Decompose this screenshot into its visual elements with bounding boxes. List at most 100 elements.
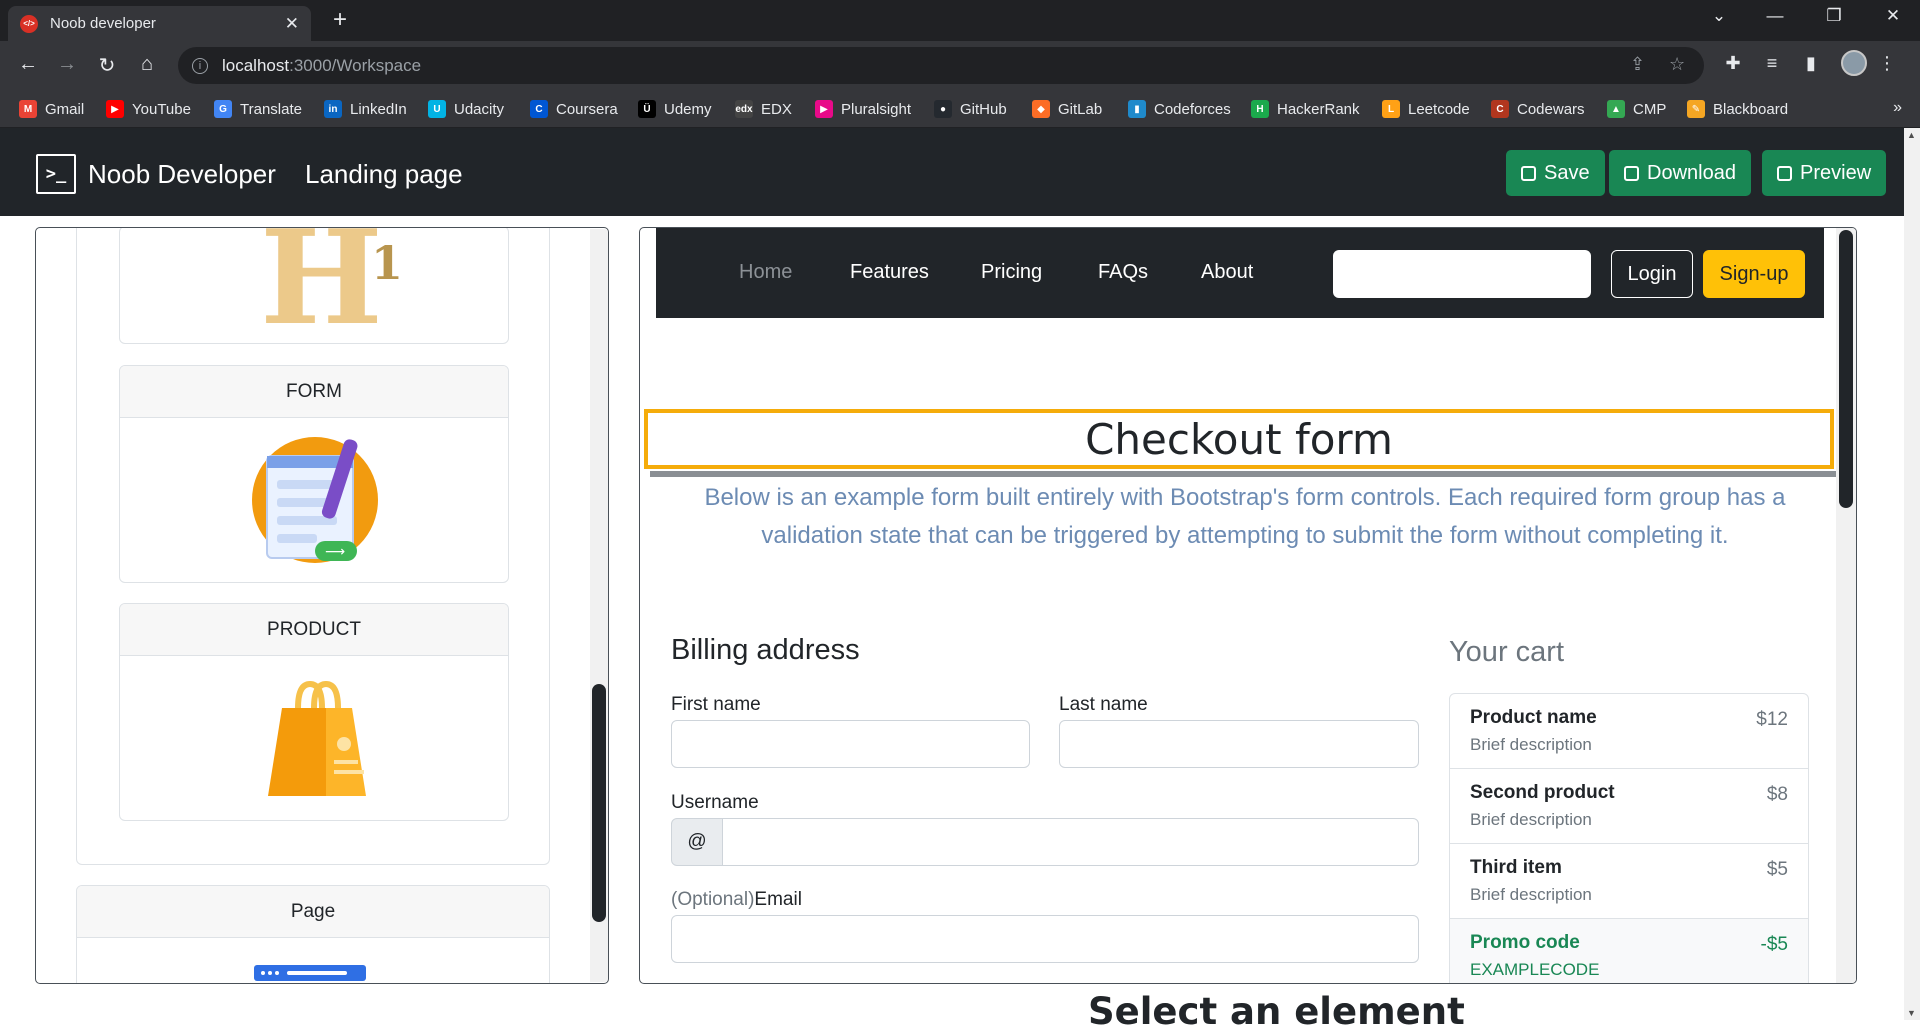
more-bookmarks-icon[interactable]: »: [1893, 99, 1902, 117]
billing-title: Billing address: [671, 634, 860, 666]
page-component-card[interactable]: Page: [76, 885, 550, 983]
github-icon: ●: [934, 100, 952, 118]
component-panel-scrollbar[interactable]: [590, 229, 608, 982]
svg-text:⟶: ⟶: [325, 544, 345, 560]
bookmark-star-icon[interactable]: ☆: [1669, 54, 1685, 75]
bookmark-coursera[interactable]: C Coursera: [530, 99, 618, 119]
cart-list: Product name Brief description $12 Second …: [1449, 693, 1809, 983]
nav-about[interactable]: About: [1201, 261, 1253, 284]
bookmark-github[interactable]: ● GitHub: [934, 99, 1007, 119]
preview-canvas[interactable]: Home Features Pricing FAQs About Login S…: [639, 227, 1857, 984]
components-group: H 1 FORM ⟶ PRODUCT: [76, 228, 550, 865]
promo-code-item: Promo code EXAMPLECODE -$5: [1450, 919, 1808, 983]
form-component-card[interactable]: FORM ⟶: [119, 365, 509, 583]
preview-search-input[interactable]: [1333, 250, 1591, 298]
back-icon[interactable]: ←: [14, 53, 42, 76]
bookmark-codeforces[interactable]: ▮ Codeforces: [1128, 99, 1231, 119]
download-button[interactable]: Download: [1609, 150, 1751, 196]
code-favicon-icon: </>: [20, 14, 38, 33]
select-element-prompt: Select an element: [1088, 990, 1465, 1033]
username-input[interactable]: [722, 818, 1419, 866]
selected-heading-element[interactable]: Checkout form: [644, 409, 1834, 469]
media-control-icon[interactable]: ≡: [1759, 53, 1785, 74]
preview-button[interactable]: Preview: [1762, 150, 1887, 196]
checkout-heading: Checkout form: [1085, 414, 1393, 464]
browser-tab[interactable]: </> Noob developer ✕: [8, 6, 311, 41]
browser-tab-strip: </> Noob developer ✕ + ⌄ — ❐ ✕: [0, 0, 1920, 41]
bookmark-hackerrank[interactable]: H HackerRank: [1251, 99, 1360, 119]
login-button[interactable]: Login: [1611, 250, 1693, 298]
menu-icon[interactable]: ⋮: [1874, 53, 1900, 74]
pluralsight-icon: ▶: [815, 100, 833, 118]
bookmark-leetcode[interactable]: L Leetcode: [1382, 99, 1470, 119]
scrollbar-thumb[interactable]: [1839, 230, 1853, 508]
save-button[interactable]: Save: [1506, 150, 1605, 196]
udemy-icon: Ü: [638, 100, 656, 118]
nav-pricing[interactable]: Pricing: [981, 261, 1042, 284]
cart-item: Second product Brief description $8: [1450, 769, 1808, 844]
site-info-icon[interactable]: i: [192, 57, 208, 74]
close-tab-icon[interactable]: ✕: [285, 14, 299, 34]
bookmark-blackboard[interactable]: ✎ Blackboard: [1687, 99, 1788, 119]
page-scrollbar[interactable]: ▲ ▼: [1904, 128, 1920, 1020]
shopping-bag-icon: [268, 680, 366, 796]
component-panel[interactable]: H 1 FORM ⟶ PRODUCT Page: [35, 227, 609, 984]
codeforces-icon: ▮: [1128, 100, 1146, 118]
bookmark-youtube[interactable]: ▶ YouTube: [106, 99, 191, 119]
product-component-card[interactable]: PRODUCT: [119, 603, 509, 821]
reload-icon[interactable]: ↻: [93, 53, 121, 78]
download-icon: [1624, 165, 1639, 181]
signup-button[interactable]: Sign-up: [1703, 250, 1805, 298]
last-name-input[interactable]: [1059, 720, 1419, 768]
bookmark-pluralsight[interactable]: ▶ Pluralsight: [815, 99, 911, 119]
cart-item: Third item Brief description $5: [1450, 844, 1808, 919]
brand[interactable]: >_ Noob Developer: [36, 154, 276, 194]
terminal-logo-icon: >_: [36, 154, 76, 194]
linkedin-icon: in: [324, 100, 342, 118]
selection-indicator-bar: [650, 471, 1838, 477]
address-bar[interactable]: i localhost:3000/Workspace ⇪ ☆: [178, 47, 1704, 84]
minimize-icon[interactable]: —: [1760, 6, 1790, 26]
at-sign-addon: @: [671, 818, 723, 866]
bookmark-edx[interactable]: edx EDX: [735, 99, 792, 119]
nav-home[interactable]: Home: [739, 261, 792, 284]
coursera-icon: C: [530, 100, 548, 118]
bookmark-translate[interactable]: G Translate: [214, 99, 302, 119]
preview-navbar[interactable]: Home Features Pricing FAQs About Login S…: [656, 228, 1824, 318]
email-input[interactable]: [671, 915, 1419, 963]
blackboard-icon: ✎: [1687, 100, 1705, 118]
share-icon[interactable]: ⇪: [1630, 54, 1645, 75]
forward-icon[interactable]: →: [53, 53, 81, 76]
page-layout-icon: [254, 965, 366, 981]
first-name-input[interactable]: [671, 720, 1030, 768]
side-panel-icon[interactable]: ▮: [1798, 53, 1824, 74]
cart-item: Product name Brief description $12: [1450, 694, 1808, 769]
restore-icon[interactable]: ❐: [1819, 6, 1849, 26]
preview-scrollbar[interactable]: [1836, 228, 1856, 983]
scrollbar-thumb[interactable]: [592, 684, 606, 922]
heading-component-card[interactable]: H 1: [119, 228, 509, 344]
extensions-icon[interactable]: ✚: [1720, 53, 1746, 74]
bookmark-udemy[interactable]: Ü Udemy: [638, 99, 712, 119]
scroll-down-icon[interactable]: ▼: [1907, 1008, 1916, 1018]
leetcode-icon: L: [1382, 100, 1400, 118]
last-name-label: Last name: [1059, 694, 1148, 715]
home-icon[interactable]: ⌂: [133, 53, 161, 76]
nav-features[interactable]: Features: [850, 261, 929, 284]
close-window-icon[interactable]: ✕: [1878, 6, 1908, 26]
scroll-up-icon[interactable]: ▲: [1907, 130, 1916, 140]
first-name-label: First name: [671, 694, 761, 715]
bookmark-gitlab[interactable]: ◆ GitLab: [1032, 99, 1102, 119]
page-card-title: Page: [77, 886, 549, 938]
tab-search-icon[interactable]: ⌄: [1704, 6, 1734, 26]
bookmark-gmail[interactable]: M Gmail: [19, 99, 84, 119]
lead-paragraph: Below is an example form built entirely …: [704, 484, 1786, 549]
nav-faqs[interactable]: FAQs: [1098, 261, 1148, 284]
email-label: (Optional)Email: [671, 889, 802, 910]
bookmark-codewars[interactable]: C Codewars: [1491, 99, 1585, 119]
bookmark-linkedin[interactable]: in LinkedIn: [324, 99, 407, 119]
profile-avatar[interactable]: [1841, 50, 1867, 76]
new-tab-icon[interactable]: +: [326, 6, 354, 34]
bookmark-cmp[interactable]: ▲ CMP: [1607, 99, 1666, 119]
bookmark-udacity[interactable]: U Udacity: [428, 99, 504, 119]
